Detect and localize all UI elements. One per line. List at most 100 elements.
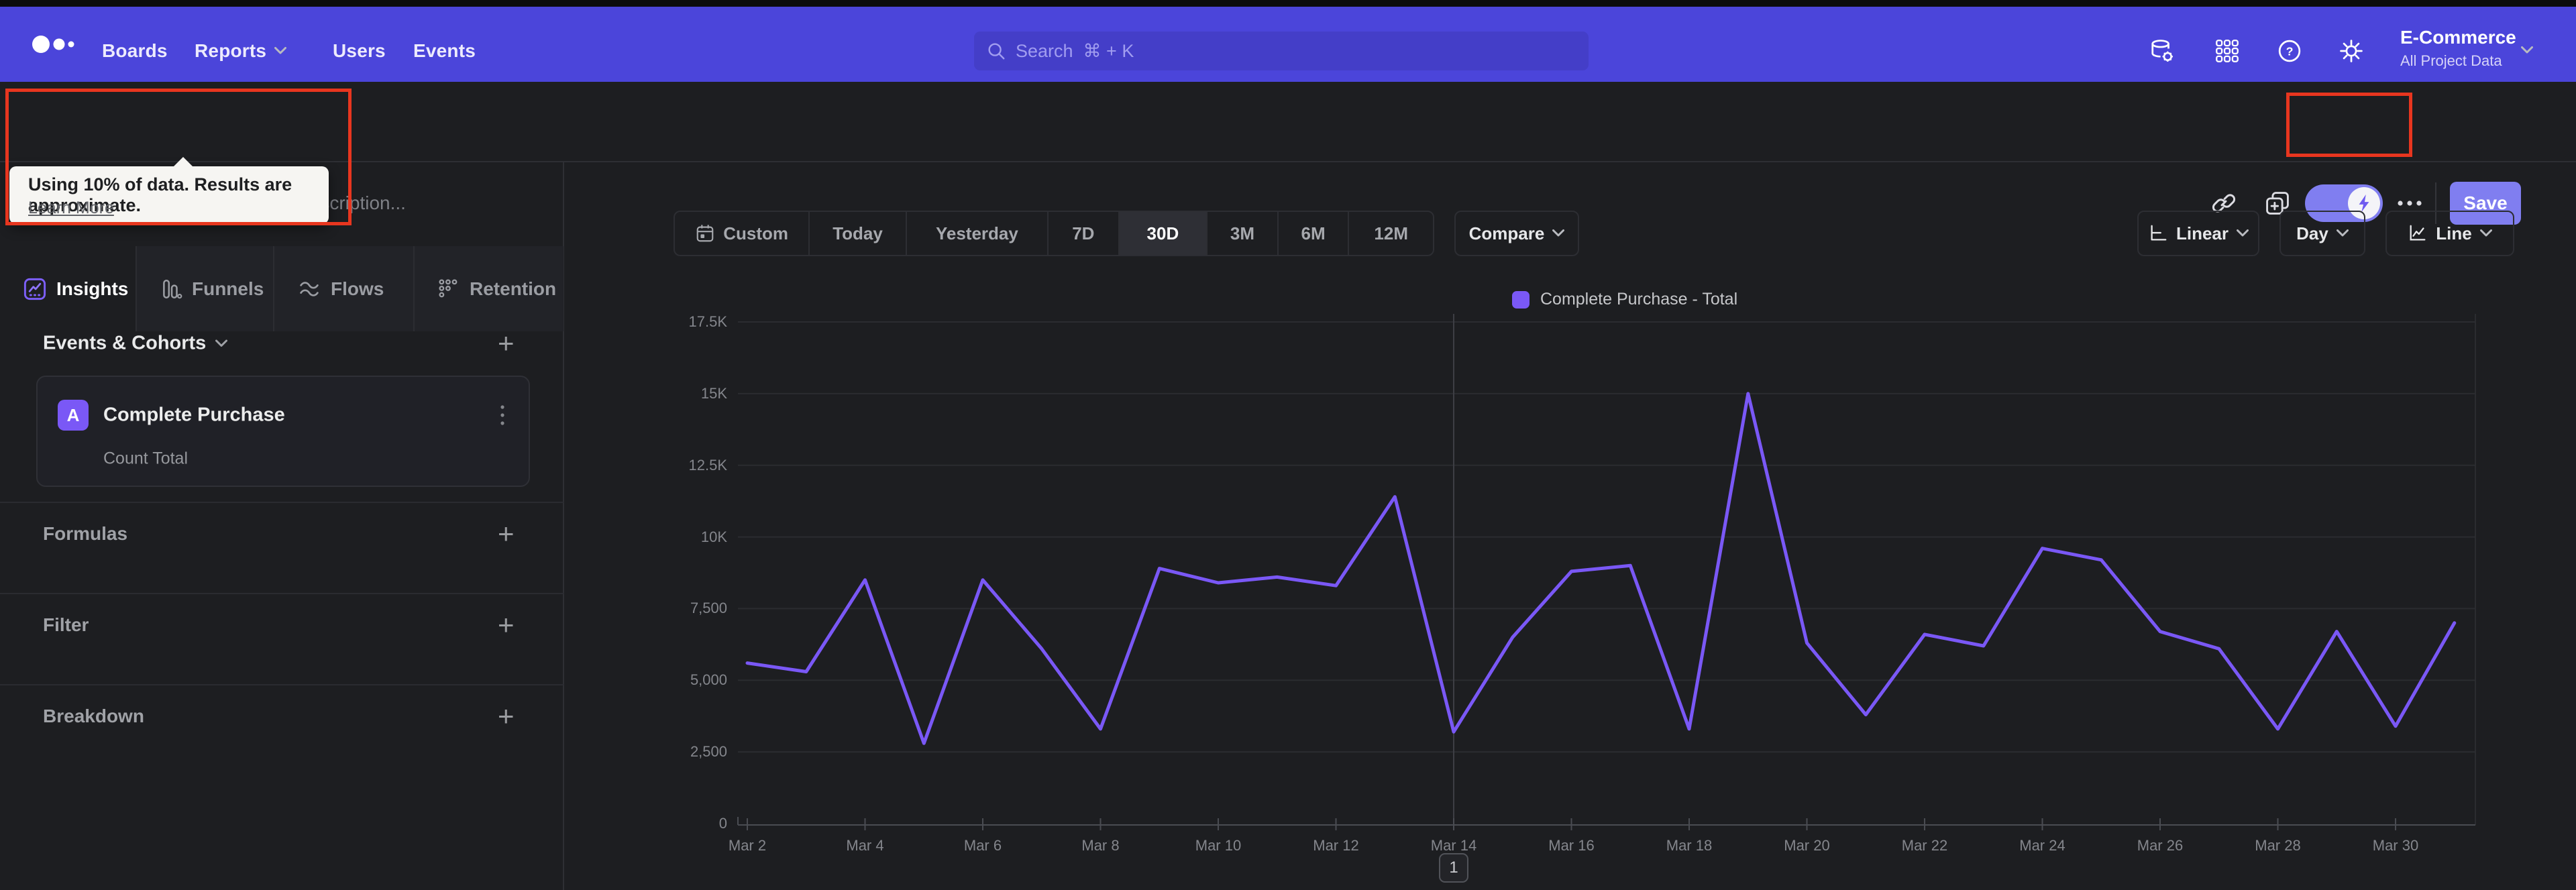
tab-insights[interactable]: Insights [0, 246, 136, 331]
data-management-icon[interactable] [2149, 38, 2175, 64]
chevron-down-icon [215, 339, 228, 347]
nav-boards[interactable]: Boards [102, 40, 168, 62]
x-axis-tick-label: Mar 10 [1195, 837, 1242, 854]
range-7d-label: 7D [1072, 223, 1095, 243]
help-icon[interactable]: ? [2277, 38, 2302, 64]
nav-boards-label: Boards [102, 40, 168, 61]
range-yesterday[interactable]: Yesterday [905, 212, 1047, 255]
tab-retention-label: Retention [470, 278, 557, 299]
events-cohorts-header: Events & Cohorts + [0, 322, 564, 365]
formulas-section-label: Formulas [43, 523, 128, 544]
nav-users[interactable]: Users [333, 40, 386, 62]
learn-more-link[interactable]: Learn More [28, 199, 114, 218]
range-30d[interactable]: 30D [1118, 212, 1207, 255]
add-event-button[interactable]: + [498, 329, 515, 357]
add-filter-button[interactable]: + [498, 611, 515, 639]
search-bar[interactable] [974, 32, 1589, 70]
x-axis-tick-label: Mar 28 [2255, 837, 2301, 854]
events-cohorts-label: Events & Cohorts [43, 332, 207, 354]
tab-flows[interactable]: Flows [273, 246, 413, 331]
line-chart-icon [2410, 225, 2426, 241]
annotation-marker-badge[interactable]: 1 [1439, 853, 1468, 883]
range-today[interactable]: Today [808, 212, 905, 255]
nav-reports-label: Reports [195, 40, 267, 61]
x-axis-tick-label: Mar 26 [2137, 837, 2184, 854]
mixpanel-logo-icon[interactable] [31, 33, 82, 56]
y-axis-tick-label: 0 [718, 815, 727, 832]
filter-section-label: Filter [43, 614, 89, 635]
y-axis-tick-label: 12.5K [688, 456, 728, 474]
sidebar-divider [0, 593, 564, 594]
range-3m-label: 3M [1230, 223, 1255, 243]
y-axis-tick-label: 7,500 [690, 600, 727, 617]
chevron-down-icon [2237, 229, 2249, 237]
project-chevron-down-icon[interactable] [2521, 46, 2533, 58]
event-kebab-menu-icon[interactable] [499, 404, 506, 427]
x-axis-tick-label: Mar 16 [1548, 837, 1595, 854]
settings-gear-icon[interactable] [2339, 38, 2364, 64]
funnels-icon [163, 279, 182, 298]
tooltip-arrow [173, 157, 193, 167]
y-axis-tick-label: 2,500 [690, 743, 727, 761]
range-6m[interactable]: 6M [1277, 212, 1348, 255]
insights-icon [23, 278, 46, 300]
range-12m[interactable]: 12M [1348, 212, 1433, 255]
x-axis-tick-label: Mar 2 [728, 837, 767, 854]
nav-reports[interactable]: Reports [195, 40, 287, 62]
event-card[interactable]: A Complete Purchase Count Total [36, 376, 530, 487]
retention-icon [439, 278, 458, 297]
compare-label: Compare [1468, 223, 1545, 243]
legend-swatch [1512, 290, 1529, 309]
x-axis-tick-label: Mar 8 [1081, 837, 1120, 854]
x-axis-tick-label: Mar 22 [1901, 837, 1948, 854]
search-input[interactable] [1016, 40, 1576, 62]
compare-button[interactable]: Compare [1454, 211, 1579, 256]
chart-type-label: Line [2436, 223, 2472, 243]
date-range-selector: Custom Today Yesterday 7D 30D 3M 6M 12M [674, 211, 1434, 256]
tab-flows-label: Flows [331, 278, 384, 299]
window-top-strip [0, 0, 2576, 7]
range-7d[interactable]: 7D [1047, 212, 1118, 255]
flows-icon [300, 281, 319, 296]
tab-funnels[interactable]: Funnels [136, 246, 273, 331]
nav-events[interactable]: Events [413, 40, 476, 62]
range-custom-label: Custom [723, 223, 789, 243]
apps-grid-icon[interactable] [2215, 39, 2239, 63]
x-axis-tick-label: Mar 12 [1313, 837, 1359, 854]
search-icon [988, 43, 1005, 60]
add-breakdown-button[interactable]: + [498, 702, 515, 730]
granularity-dropdown[interactable]: Day [2279, 211, 2365, 256]
calendar-icon [696, 225, 714, 242]
range-6m-label: 6M [1301, 223, 1326, 243]
chevron-down-icon [1552, 229, 1565, 237]
nav-users-label: Users [333, 40, 386, 61]
chart-type-dropdown[interactable]: Line [2385, 211, 2514, 256]
sidebar-divider [0, 684, 564, 685]
granularity-label: Day [2296, 223, 2328, 243]
x-axis-tick-label: Mar 20 [1784, 837, 1830, 854]
scale-dropdown[interactable]: Linear [2137, 211, 2259, 256]
report-type-tabs: Insights Funnels Flows Retention [0, 246, 564, 331]
range-custom[interactable]: Custom [675, 212, 808, 255]
project-name[interactable]: E-Commerce [2400, 27, 2516, 48]
header-divider [0, 161, 2576, 162]
y-axis-tick-label: 10K [700, 528, 727, 545]
range-today-label: Today [833, 223, 883, 243]
events-cohorts-title[interactable]: Events & Cohorts [43, 332, 228, 355]
chart-legend[interactable]: Complete Purchase - Total [1512, 290, 1737, 309]
project-scope: All Project Data [2400, 52, 2502, 69]
add-formula-button[interactable]: + [498, 520, 515, 548]
y-axis-tick-label: 5,000 [690, 671, 727, 689]
range-3m[interactable]: 3M [1206, 212, 1277, 255]
range-yesterday-label: Yesterday [935, 223, 1018, 243]
x-axis-tick-label: Mar 6 [963, 837, 1002, 854]
range-12m-label: 12M [1374, 223, 1408, 243]
event-name[interactable]: Complete Purchase [103, 404, 285, 427]
scale-label: Linear [2176, 223, 2229, 243]
event-metric[interactable]: Count Total [103, 449, 188, 469]
y-axis-tick-label: 15K [700, 384, 727, 402]
more-options-icon[interactable] [2396, 199, 2423, 207]
tab-retention[interactable]: Retention [413, 246, 564, 331]
svg-text:?: ? [2286, 45, 2294, 58]
range-30d-label: 30D [1146, 223, 1179, 243]
